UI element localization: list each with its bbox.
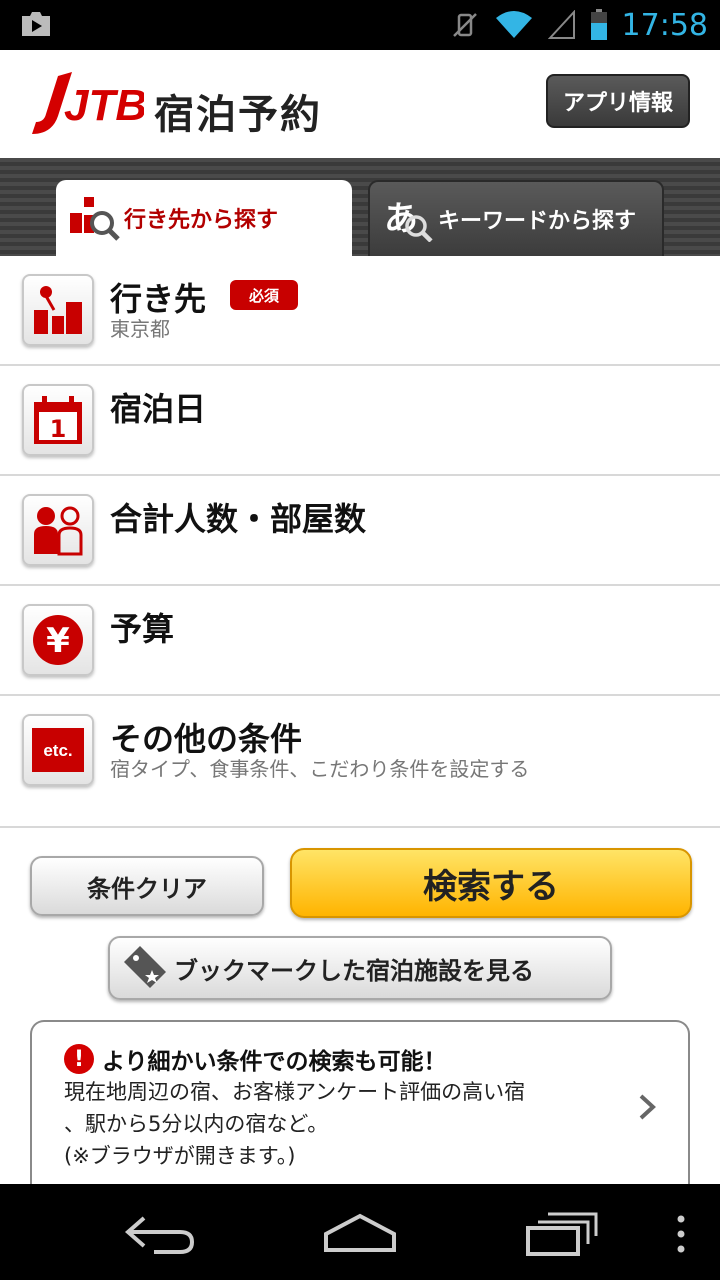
svg-text:1: 1 (50, 415, 67, 443)
keyword-search-icon: あ (384, 199, 433, 242)
bookmarks-button-label: ブックマークした宿泊施設を見る (174, 956, 534, 985)
status-bar: 17:58 (0, 0, 720, 50)
condition-guests-rooms[interactable]: 合計人数・部屋数 (0, 476, 720, 586)
battery-icon (590, 9, 607, 40)
tab-keyword-search[interactable]: あ キーワードから探す (368, 180, 664, 256)
people-icon (34, 506, 83, 556)
chevron-right-icon (639, 1094, 656, 1120)
destination-icon (34, 286, 82, 334)
banner-text-line: 現在地周辺の宿、お客様アンケート評価の高い宿 (64, 1080, 526, 1104)
row-title: その他の条件 (110, 720, 303, 758)
calendar-icon: 1 (34, 396, 82, 444)
tab-label: キーワードから探す (438, 209, 637, 234)
svg-text:etc.: etc. (43, 741, 72, 760)
etc-icon: etc. (32, 728, 84, 772)
bookmark-tag-icon (124, 946, 166, 988)
row-title: 予算 (110, 610, 175, 648)
actions-area: 条件クリア 検索する ブックマークした宿泊施設を見る ! より細かい条件での検索… (0, 828, 720, 1184)
alert-icon: ! (64, 1044, 94, 1074)
back-icon[interactable] (124, 1212, 196, 1256)
row-title: 合計人数・部屋数 (110, 500, 367, 538)
jtb-logo: JTB (32, 72, 144, 134)
search-mode-tabs: 行き先から探す あ キーワードから探す (0, 158, 720, 256)
destination-search-icon (70, 197, 120, 241)
required-badge: 必須 (230, 280, 298, 310)
bookmarks-button[interactable]: ブックマークした宿泊施設を見る (108, 936, 612, 1000)
app-header: JTB 宿泊予約 アプリ情報 (0, 50, 720, 158)
row-title: 行き先 (110, 280, 207, 318)
condition-other[interactable]: etc. その他の条件 宿タイプ、食事条件、こだわり条件を設定する (0, 696, 720, 828)
row-description: 宿タイプ、食事条件、こだわり条件を設定する (110, 757, 530, 781)
recent-apps-icon[interactable] (524, 1208, 600, 1258)
app-title: 宿泊予約 (154, 92, 322, 138)
condition-destination[interactable]: 行き先 必須 東京都 (0, 256, 720, 366)
row-value: 東京都 (110, 317, 170, 341)
svg-text:¥: ¥ (46, 621, 70, 661)
clock: 17:58 (621, 7, 708, 43)
condition-stay-date[interactable]: 1 宿泊日 (0, 366, 720, 476)
overflow-menu-icon[interactable] (674, 1214, 688, 1254)
vibrate-muted-icon (452, 13, 477, 37)
home-icon[interactable] (322, 1212, 398, 1254)
logo-text: JTB (64, 81, 144, 130)
tab-destination-search[interactable]: 行き先から探す (56, 180, 352, 256)
banner-title: より細かい条件での検索も可能！ (102, 1049, 447, 1075)
banner-text-line: 、駅から5分以内の宿など。 (64, 1112, 329, 1136)
search-button[interactable]: 検索する (290, 848, 692, 918)
play-store-notification-icon (22, 12, 50, 36)
condition-budget[interactable]: ¥ 予算 (0, 586, 720, 696)
detailed-search-banner[interactable]: ! より細かい条件での検索も可能！ 現在地周辺の宿、お客様アンケート評価の高い宿… (30, 1020, 690, 1184)
app-info-button[interactable]: アプリ情報 (546, 74, 690, 128)
yen-icon: ¥ (33, 615, 83, 665)
row-title: 宿泊日 (110, 390, 207, 428)
tab-label: 行き先から探す (124, 208, 279, 233)
wifi-icon (495, 11, 532, 38)
search-conditions-list: 行き先 必須 東京都 1 宿泊日 合計人数・部屋数 ¥ 予算 etc. その他の… (0, 256, 720, 828)
system-navigation-bar (0, 1184, 720, 1280)
banner-text-line: (※ブラウザが開きます。) (64, 1144, 296, 1168)
clear-conditions-button[interactable]: 条件クリア (30, 856, 264, 916)
signal-icon (547, 10, 575, 39)
